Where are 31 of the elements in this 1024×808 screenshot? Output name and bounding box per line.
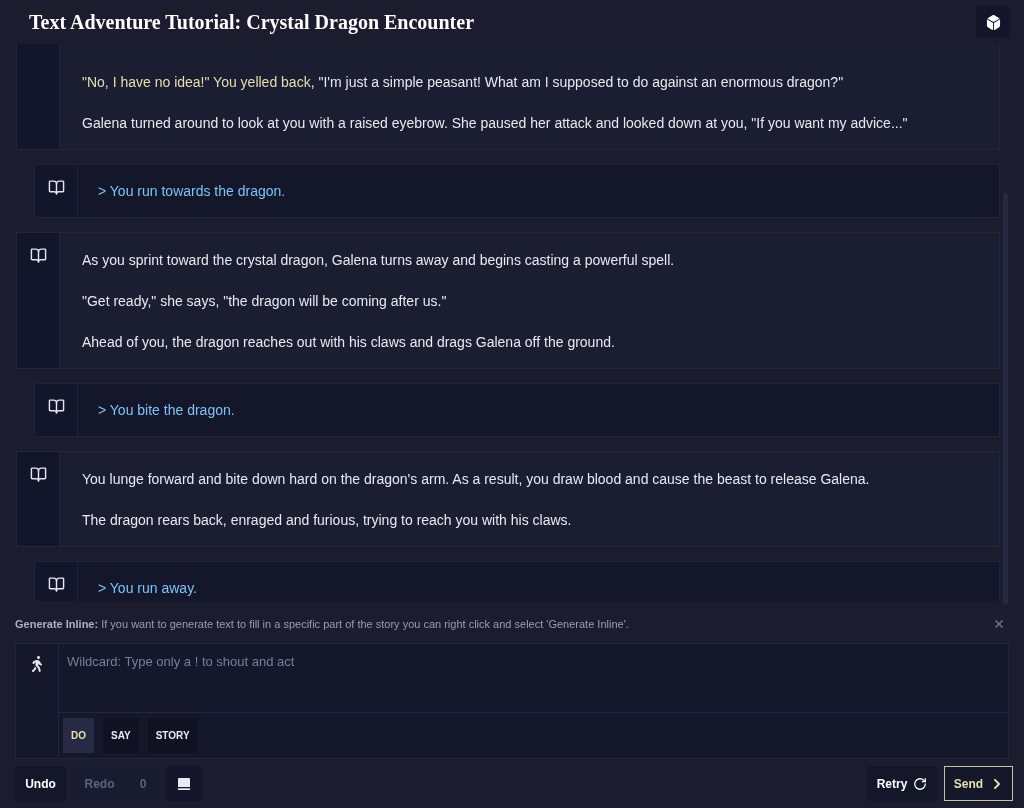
action-input-field[interactable]: Wildcard: Type only a ! to shout and act [59, 644, 1008, 713]
random-dice-button[interactable] [976, 6, 1010, 38]
story-paragraph: Ahead of you, the dragon reaches out with his claws and drags Galena off the ground. [82, 333, 616, 352]
retry-button[interactable]: Retry [867, 766, 937, 801]
mode-tab[interactable]: DO [63, 718, 94, 753]
generate-inline-tip: Generate Inline: If you want to generate text to fill in a specific part of the story you can right click and select 'Generate Inline'. [15, 616, 629, 632]
note-icon [178, 777, 190, 790]
player-action-text: > You bite the dragon. [98, 401, 236, 420]
book-icon[interactable] [47, 398, 65, 415]
player-action-text: > You run towards the dragon. [98, 182, 287, 201]
undo-button[interactable]: Undo [15, 766, 66, 801]
story-paragraph: You lunge forward and bite down hard on the dragon's arm. As a result, you draw blood and cause the beast to release Galena. [82, 470, 871, 489]
story-title: Text Adventure Tutorial: Crystal Dragon Encounter [29, 10, 475, 36]
story-paragraph: Galena turned around to look at you with a raised eyebrow. She paused her attack and looked down at you, "If you want my advice..." [82, 114, 909, 133]
story-paragraph: As you sprint toward the crystal dragon, Galena turns away and begins casting a powerful spell. [82, 251, 676, 270]
close-icon[interactable] [993, 618, 1005, 630]
book-icon[interactable] [29, 466, 47, 483]
book-icon[interactable] [47, 576, 65, 593]
mode-tab[interactable]: SAY [103, 718, 139, 753]
story-paragraph: "Get ready," she says, "the dragon will be coming after us." [82, 292, 448, 311]
send-button[interactable]: Send [944, 766, 1013, 801]
mode-tab[interactable]: STORY [147, 718, 198, 753]
story-paragraph: "No, I have no idea!" You yelled back, "I'm just a simple peasant! What am I supposed to do against an enormous dragon?" [82, 73, 845, 92]
book-icon[interactable] [29, 247, 47, 264]
story-paragraph: The dragon rears back, enraged and furious, trying to reach you with his claws. [82, 511, 573, 530]
rotate-arrow-icon [913, 776, 928, 791]
cube-icon [985, 14, 1001, 30]
notes-button[interactable] [166, 766, 202, 801]
walking-person-icon [29, 656, 45, 672]
book-icon[interactable] [47, 179, 65, 196]
player-action-text: > You run away. [98, 579, 198, 598]
